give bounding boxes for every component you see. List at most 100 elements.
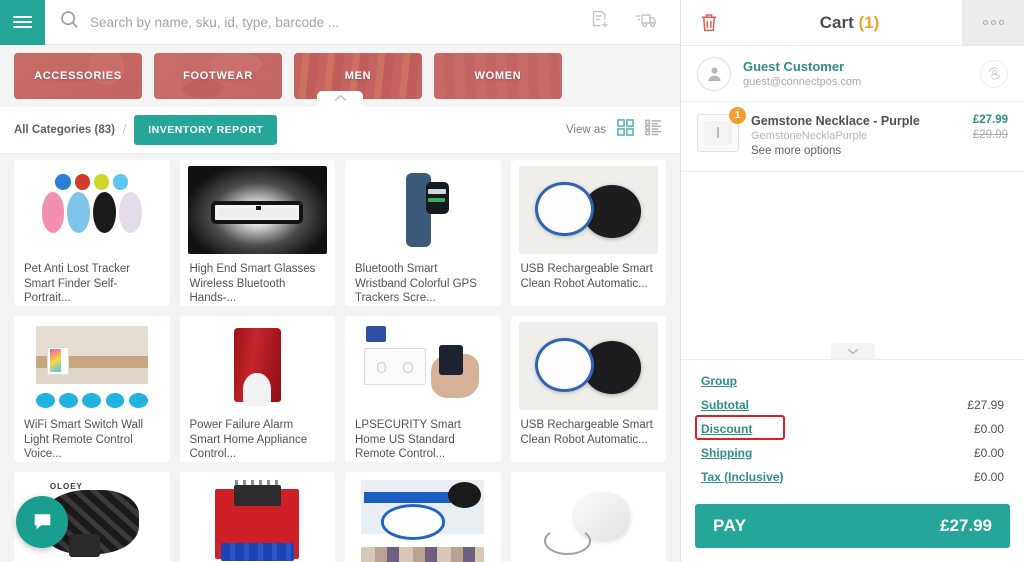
clear-cart-button[interactable] bbox=[681, 12, 737, 33]
list-view-icon[interactable] bbox=[645, 119, 662, 141]
product-card[interactable]: High End Smart Glasses Wireless Bluetoot… bbox=[179, 160, 335, 306]
more-dot-icon bbox=[998, 20, 1004, 25]
product-thumbnail-key-finder bbox=[518, 478, 658, 562]
product-card[interactable]: USB Rechargeable Smart Clean Robot Autom… bbox=[510, 316, 666, 462]
top-search-bar bbox=[0, 0, 680, 45]
totals-value: £27.99 bbox=[967, 397, 1004, 412]
cart-totals: Group Subtotal £27.99 Discount £0.00 Shi… bbox=[681, 359, 1024, 498]
cart-line-item[interactable]: 1 Gemstone Necklace - Purple GemstoneNec… bbox=[681, 102, 1024, 172]
search-area bbox=[45, 9, 590, 35]
cart-title-label: Cart bbox=[819, 12, 854, 32]
product-card[interactable]: Pet Anti Lost Tracker Smart Finder Self-… bbox=[14, 160, 170, 306]
cart-panel: Cart (1) Guest Customer guest@connectpos… bbox=[681, 0, 1024, 562]
product-card[interactable]: WiFi Smart Switch Wall Light Remote Cont… bbox=[14, 316, 170, 462]
view-as-controls: View as bbox=[566, 119, 662, 141]
product-name: High End Smart Glasses Wireless Bluetoot… bbox=[189, 263, 316, 304]
category-label: ACCESSORIES bbox=[34, 70, 122, 82]
catalog-panel: ACCESSORIES FOOTWEAR MEN WOMEN bbox=[0, 0, 681, 562]
category-tab-strip: ACCESSORIES FOOTWEAR MEN WOMEN bbox=[0, 45, 680, 108]
customer-info: Guest Customer guest@connectpos.com bbox=[743, 59, 980, 88]
breadcrumb-separator: / bbox=[122, 124, 127, 136]
product-card[interactable]: USB Rechargeable Smart Clean Robot Autom… bbox=[510, 160, 666, 306]
totals-value: £0.00 bbox=[973, 469, 1004, 484]
search-icon bbox=[59, 9, 80, 35]
category-label: FOOTWEAR bbox=[183, 70, 253, 82]
totals-label[interactable]: Group bbox=[701, 374, 737, 388]
product-card[interactable] bbox=[510, 472, 666, 562]
product-grid: Pet Anti Lost Tracker Smart Finder Self-… bbox=[14, 160, 666, 562]
hamburger-menu-icon[interactable] bbox=[0, 0, 45, 45]
cart-item-info: Gemstone Necklace - Purple GemstoneNeckl… bbox=[739, 114, 973, 157]
cart-item-sku: GemstoneNecklaPurple bbox=[751, 130, 868, 142]
product-name: USB Rechargeable Smart Clean Robot Autom… bbox=[520, 419, 653, 446]
collapse-categories-button[interactable] bbox=[317, 91, 363, 108]
grid-view-icon[interactable] bbox=[617, 119, 634, 141]
inventory-report-button[interactable]: INVENTORY REPORT bbox=[134, 115, 278, 145]
breadcrumb-bar: All Categories (83) / INVENTORY REPORT V… bbox=[0, 107, 680, 154]
product-card[interactable]: LPSECURITY Smart Home US Standard Remote… bbox=[345, 316, 501, 462]
cart-empty-space bbox=[681, 172, 1024, 359]
customer-row[interactable]: Guest Customer guest@connectpos.com bbox=[681, 46, 1024, 102]
product-card[interactable] bbox=[345, 472, 501, 562]
collapse-totals-button[interactable] bbox=[830, 343, 875, 359]
cart-item-name: Gemstone Necklace - Purple bbox=[751, 114, 920, 128]
breadcrumb-all-categories[interactable]: All Categories (83) bbox=[14, 124, 115, 136]
category-label: WOMEN bbox=[474, 70, 522, 82]
product-grid-scroll[interactable]: Pet Anti Lost Tracker Smart Finder Self-… bbox=[0, 154, 680, 562]
product-name: Pet Anti Lost Tracker Smart Finder Self-… bbox=[24, 263, 131, 304]
change-customer-button[interactable] bbox=[980, 59, 1008, 88]
product-name: Bluetooth Smart Wristband Colorful GPS T… bbox=[355, 263, 477, 304]
product-thumbnail-lpsecurity-switch bbox=[353, 322, 493, 410]
totals-row-group: Group bbox=[701, 370, 1004, 391]
product-name: USB Rechargeable Smart Clean Robot Autom… bbox=[520, 263, 653, 290]
cart-item-old-price: £29.99 bbox=[972, 129, 1008, 141]
totals-value: £0.00 bbox=[973, 445, 1004, 460]
avatar bbox=[697, 56, 731, 91]
product-card[interactable] bbox=[179, 472, 335, 562]
trash-icon bbox=[702, 14, 716, 32]
cart-item-count: (1) bbox=[858, 12, 880, 32]
product-thumbnail-power-alarm bbox=[187, 322, 327, 410]
product-name: WiFi Smart Switch Wall Light Remote Cont… bbox=[24, 419, 144, 460]
person-icon bbox=[707, 67, 721, 82]
product-thumbnail-pet-tracker bbox=[22, 166, 162, 254]
more-dot-icon bbox=[982, 20, 988, 25]
see-more-options-link[interactable]: See more options bbox=[751, 145, 973, 157]
product-thumbnail-wristband bbox=[353, 166, 493, 254]
category-tab-women[interactable]: WOMEN bbox=[434, 53, 562, 99]
category-tab-accessories[interactable]: ACCESSORIES bbox=[14, 53, 142, 99]
product-thumbnail-motor-driver-board bbox=[187, 478, 327, 562]
product-thumbnail-sweeping-robot bbox=[353, 478, 493, 562]
cart-item-price: £27.99 bbox=[972, 114, 1008, 126]
more-dot-icon bbox=[990, 20, 996, 25]
search-input[interactable] bbox=[90, 14, 590, 30]
product-card[interactable]: Bluetooth Smart Wristband Colorful GPS T… bbox=[345, 160, 501, 306]
cart-item-quantity-badge: 1 bbox=[729, 107, 746, 124]
add-order-note-icon[interactable] bbox=[590, 9, 611, 35]
product-name: Power Failure Alarm Smart Home Appliance… bbox=[189, 419, 308, 460]
product-thumbnail-smart-glasses bbox=[187, 166, 327, 254]
totals-label[interactable]: Shipping bbox=[701, 446, 752, 460]
totals-label[interactable]: Tax (Inclusive) bbox=[701, 470, 783, 484]
cart-item-pricing: £27.99 £29.99 bbox=[973, 114, 1008, 157]
totals-label[interactable]: Subtotal bbox=[701, 398, 749, 412]
product-thumbnail-wifi-switch bbox=[22, 322, 162, 410]
product-card[interactable]: Power Failure Alarm Smart Home Appliance… bbox=[179, 316, 335, 462]
category-tab-footwear[interactable]: FOOTWEAR bbox=[154, 53, 282, 99]
product-thumbnail-clean-robot bbox=[518, 166, 658, 254]
pos-app: ACCESSORIES FOOTWEAR MEN WOMEN bbox=[0, 0, 1024, 562]
pay-button[interactable]: PAY £27.99 bbox=[695, 504, 1010, 548]
top-action-icons bbox=[590, 9, 680, 35]
totals-label[interactable]: Discount bbox=[701, 422, 752, 436]
category-label: MEN bbox=[344, 70, 372, 82]
shipping-truck-icon[interactable] bbox=[635, 9, 658, 35]
customer-name: Guest Customer bbox=[743, 59, 845, 74]
view-as-label: View as bbox=[565, 124, 606, 136]
cart-header: Cart (1) bbox=[681, 0, 1024, 46]
totals-row-tax: Tax (Inclusive) £0.00 bbox=[701, 466, 1004, 487]
cart-more-options-button[interactable] bbox=[962, 0, 1024, 45]
switch-customer-icon bbox=[988, 67, 1000, 80]
chat-widget-button[interactable] bbox=[16, 496, 68, 548]
pay-amount: £27.99 bbox=[940, 516, 992, 535]
product-name: LPSECURITY Smart Home US Standard Remote… bbox=[355, 419, 461, 460]
